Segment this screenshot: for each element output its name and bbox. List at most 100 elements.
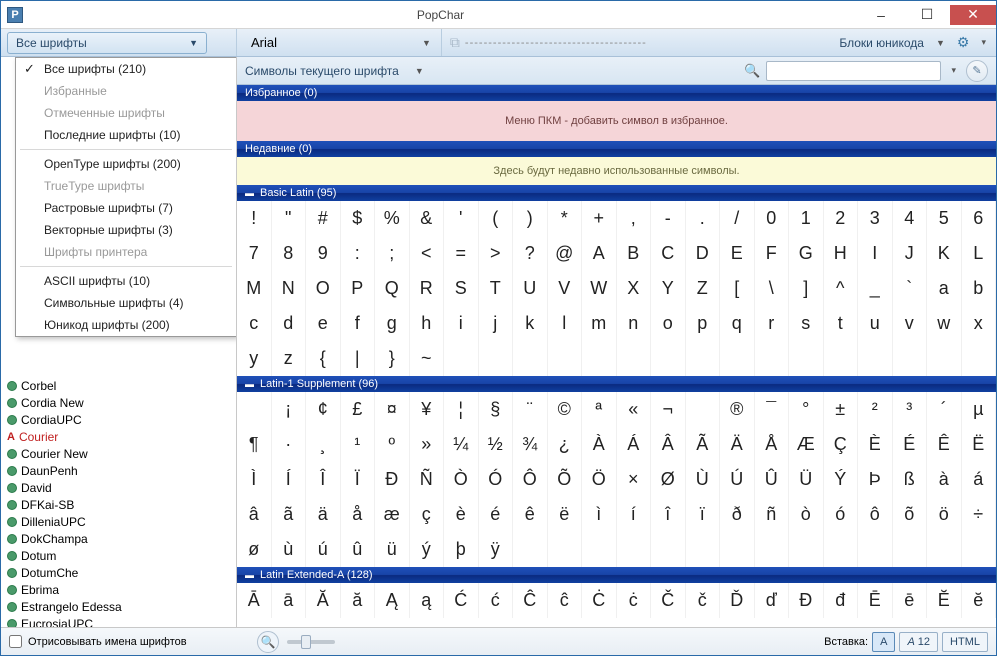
char-cell[interactable]: 3 [858, 201, 893, 236]
char-cell[interactable]: ¦ [444, 392, 479, 427]
section-favorites[interactable]: Избранное (0) [237, 85, 996, 101]
char-cell[interactable]: Þ [858, 462, 893, 497]
section-latin1[interactable]: ▬Latin-1 Supplement (96) [237, 376, 996, 392]
char-cell[interactable]: Á [617, 427, 652, 462]
char-cell[interactable]: R [410, 271, 445, 306]
char-cell[interactable]: Ć [444, 583, 479, 618]
char-cell[interactable]: Ø [651, 462, 686, 497]
char-cell[interactable]: Ă [306, 583, 341, 618]
char-cell[interactable]: ï [686, 497, 721, 532]
char-cell[interactable]: º [375, 427, 410, 462]
char-cell[interactable]: ; [375, 236, 410, 271]
char-cell[interactable]: ó [824, 497, 859, 532]
char-cell[interactable]: ¡ [272, 392, 307, 427]
char-cell[interactable]: l [548, 306, 583, 341]
char-cell[interactable]: a [927, 271, 962, 306]
char-cell[interactable]: Ï [341, 462, 376, 497]
char-cell[interactable]: r [755, 306, 790, 341]
char-cell[interactable]: , [617, 201, 652, 236]
char-cell[interactable]: ð [720, 497, 755, 532]
char-cell[interactable]: ¨ [513, 392, 548, 427]
char-cell[interactable]: Ó [479, 462, 514, 497]
insert-mode-html[interactable]: HTML [942, 632, 988, 652]
char-cell[interactable]: f [341, 306, 376, 341]
char-cell[interactable]: Ü [789, 462, 824, 497]
menu-item[interactable]: ASCII шрифты (10) [16, 270, 236, 292]
char-cell[interactable]: u [858, 306, 893, 341]
char-cell[interactable]: î [651, 497, 686, 532]
char-cell[interactable]: è [444, 497, 479, 532]
char-cell[interactable]: ° [789, 392, 824, 427]
char-cell[interactable]: Ā [237, 583, 272, 618]
font-item[interactable]: ACourier [1, 428, 236, 445]
render-font-names-checkbox[interactable] [9, 635, 22, 648]
char-cell[interactable]: « [617, 392, 652, 427]
character-area[interactable]: Избранное (0) Меню ПКМ - добавить символ… [237, 85, 996, 627]
char-cell[interactable]: þ [444, 532, 479, 567]
char-cell[interactable]: á [962, 462, 997, 497]
char-cell[interactable]: Q [375, 271, 410, 306]
char-cell[interactable]: w [927, 306, 962, 341]
gear-icon[interactable]: ⚙ [949, 34, 978, 51]
char-cell[interactable]: ď [755, 583, 790, 618]
char-cell[interactable]: ĉ [548, 583, 583, 618]
char-cell[interactable]: ý [410, 532, 445, 567]
char-cell[interactable]: m [582, 306, 617, 341]
char-cell[interactable]: Đ [789, 583, 824, 618]
char-cell[interactable]: ª [582, 392, 617, 427]
char-cell[interactable]: 5 [927, 201, 962, 236]
char-cell[interactable]: D [686, 236, 721, 271]
char-cell[interactable]: £ [341, 392, 376, 427]
char-cell[interactable]: c [237, 306, 272, 341]
char-cell[interactable]: B [617, 236, 652, 271]
char-cell[interactable]: h [410, 306, 445, 341]
char-cell[interactable]: I [858, 236, 893, 271]
char-cell[interactable]: ) [513, 201, 548, 236]
char-cell[interactable]: ® [720, 392, 755, 427]
font-item[interactable]: Ebrima [1, 581, 236, 598]
char-cell[interactable]: O [306, 271, 341, 306]
zoom-slider[interactable] [287, 640, 335, 644]
char-cell[interactable]: å [341, 497, 376, 532]
char-cell[interactable]: ? [513, 236, 548, 271]
menu-item[interactable]: Последние шрифты (10) [16, 124, 236, 146]
char-cell[interactable]: Ì [237, 462, 272, 497]
char-cell[interactable]: s [789, 306, 824, 341]
menu-item[interactable]: Юникод шрифты (200) [16, 314, 236, 336]
char-cell[interactable]: Ù [686, 462, 721, 497]
char-cell[interactable]: Æ [789, 427, 824, 462]
char-cell[interactable]: Õ [548, 462, 583, 497]
char-cell[interactable] [237, 392, 272, 427]
char-cell[interactable]: x [962, 306, 997, 341]
char-cell[interactable]: õ [893, 497, 928, 532]
char-cell[interactable]: H [824, 236, 859, 271]
char-cell[interactable]: ü [375, 532, 410, 567]
char-cell[interactable]: 7 [237, 236, 272, 271]
menu-item[interactable]: Символьные шрифты (4) [16, 292, 236, 314]
char-cell[interactable]: æ [375, 497, 410, 532]
char-cell[interactable]: - [651, 201, 686, 236]
char-cell[interactable]: ā [272, 583, 307, 618]
char-cell[interactable]: ­ [686, 392, 721, 427]
chevron-down-icon[interactable]: ▾ [947, 65, 960, 76]
char-cell[interactable]: ß [893, 462, 928, 497]
font-item[interactable]: DFKai-SB [1, 496, 236, 513]
char-cell[interactable]: È [858, 427, 893, 462]
char-cell[interactable]: ~ [410, 341, 445, 376]
char-cell[interactable]: ć [479, 583, 514, 618]
font-filter-dropdown[interactable]: Все шрифты ▼ [7, 32, 207, 54]
char-cell[interactable]: # [306, 201, 341, 236]
char-cell[interactable]: . [686, 201, 721, 236]
menu-item[interactable]: ✓Все шрифты (210) [16, 58, 236, 80]
font-item[interactable]: DaunPenh [1, 462, 236, 479]
char-cell[interactable]: J [893, 236, 928, 271]
char-cell[interactable]: đ [824, 583, 859, 618]
char-cell[interactable]: A [582, 236, 617, 271]
menu-item[interactable]: Векторные шрифты (3) [16, 219, 236, 241]
char-cell[interactable]: < [410, 236, 445, 271]
chevron-down-icon[interactable]: ▾ [977, 37, 990, 48]
font-item[interactable]: David [1, 479, 236, 496]
char-cell[interactable]: e [306, 306, 341, 341]
char-cell[interactable]: û [341, 532, 376, 567]
char-cell[interactable]: ³ [893, 392, 928, 427]
